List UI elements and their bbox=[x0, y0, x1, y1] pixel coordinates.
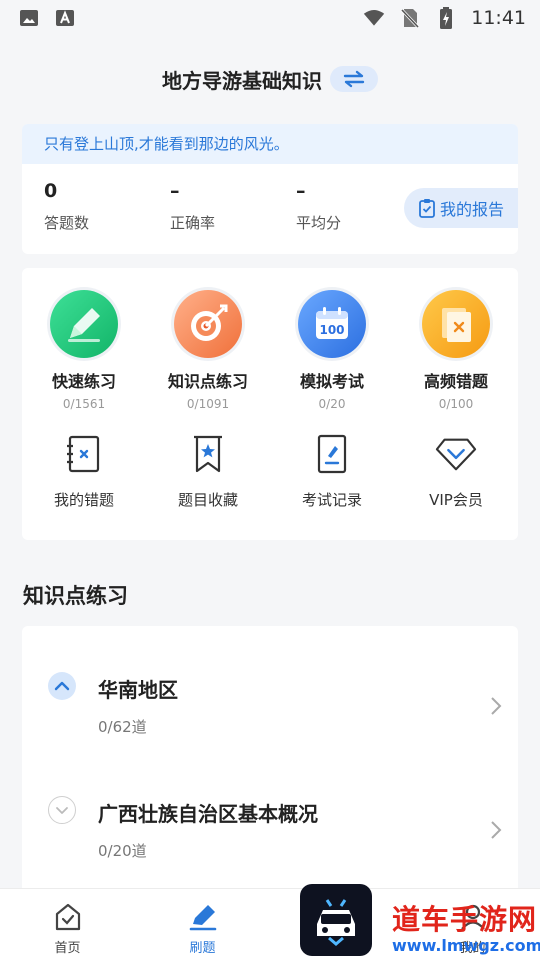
practice-menu-card: 快速练习 0/1561 知识点练习 0/1091 100 模拟考试 0/20 高… bbox=[22, 268, 518, 540]
knowledge-list: 华南地区 0/62道 广西壮族自治区基本概况 0/20道 bbox=[22, 626, 518, 896]
stats-row: 0 答题数 – 正确率 – 平均分 我的报告 bbox=[22, 164, 518, 233]
tool-name: 我的错题 bbox=[53, 491, 114, 509]
chevron-right-icon bbox=[490, 820, 502, 844]
item-title: 广西壮族自治区基本概况 bbox=[98, 802, 318, 826]
menu-mock-exam[interactable]: 100 模拟考试 0/20 bbox=[270, 290, 394, 411]
swap-arrows-icon bbox=[343, 70, 365, 88]
stat-value: – bbox=[296, 180, 306, 202]
motto-banner: 只有登上山顶,才能看到那边的风光。 bbox=[22, 124, 518, 164]
stat-label: 答题数 bbox=[44, 214, 90, 232]
menu-name: 知识点练习 bbox=[167, 372, 248, 391]
menu-quick-practice[interactable]: 快速练习 0/1561 bbox=[22, 290, 146, 411]
tab-practice[interactable]: 刷题 bbox=[135, 889, 270, 960]
watermark-logo bbox=[300, 884, 372, 956]
stat-value: 0 bbox=[44, 180, 58, 202]
watermark-text: 道车手游网 www.lmwgz.com bbox=[392, 898, 540, 955]
list-item[interactable]: 华南地区 0/62道 bbox=[22, 640, 518, 750]
stat-label: 平均分 bbox=[296, 214, 342, 232]
item-title: 华南地区 bbox=[98, 678, 178, 702]
menu-count: 0/1561 bbox=[62, 397, 106, 411]
tab-label: 首页 bbox=[54, 941, 81, 956]
font-notification-icon bbox=[54, 8, 76, 28]
target-icon bbox=[174, 290, 242, 358]
stat-value: – bbox=[170, 180, 180, 202]
page-title: 地方导游基础知识 bbox=[162, 68, 322, 93]
menu-name: 快速练习 bbox=[51, 372, 116, 391]
watermark-line2: www.lmwgz.com bbox=[392, 936, 540, 955]
page-header: 地方导游基础知识 bbox=[0, 36, 540, 122]
switch-subject-button[interactable] bbox=[330, 66, 378, 92]
menu-name: 模拟考试 bbox=[299, 372, 364, 391]
expand-toggle-icon[interactable] bbox=[48, 796, 76, 824]
chevron-right-icon bbox=[490, 696, 502, 720]
item-progress: 0/20道 bbox=[98, 842, 147, 860]
battery-charging-icon bbox=[435, 7, 457, 29]
wrong-notebook-icon bbox=[63, 433, 105, 475]
watermark-line1: 道车手游网 bbox=[392, 903, 538, 936]
stat-accuracy: – 正确率 bbox=[148, 180, 274, 233]
exam-record-icon bbox=[311, 433, 353, 475]
status-bar: 11:41 bbox=[0, 0, 540, 36]
bookmark-star-icon bbox=[187, 433, 229, 475]
no-sim-icon bbox=[399, 8, 421, 28]
wrong-book-icon bbox=[422, 290, 490, 358]
tab-label: 刷题 bbox=[189, 941, 216, 956]
home-check-icon bbox=[52, 901, 84, 933]
tool-vip[interactable]: VIP会员 bbox=[394, 433, 518, 510]
stat-label: 正确率 bbox=[170, 214, 216, 232]
tool-exam-records[interactable]: 考试记录 bbox=[270, 433, 394, 510]
item-progress: 0/62道 bbox=[98, 718, 147, 736]
image-notification-icon bbox=[18, 8, 40, 28]
tab-home[interactable]: 首页 bbox=[0, 889, 135, 960]
menu-frequent-mistakes[interactable]: 高频错题 0/100 bbox=[394, 290, 518, 411]
tool-name: 题目收藏 bbox=[177, 491, 238, 509]
section-title: 知识点练习 bbox=[23, 584, 128, 608]
menu-name: 高频错题 bbox=[423, 372, 488, 391]
pen-tab-icon bbox=[187, 901, 219, 933]
stat-average: – 平均分 bbox=[274, 180, 400, 233]
list-item[interactable]: 广西壮族自治区基本概况 0/20道 bbox=[22, 764, 518, 874]
tool-name: 考试记录 bbox=[301, 491, 362, 509]
stats-card: 只有登上山顶,才能看到那边的风光。 0 答题数 – 正确率 – 平均分 我的报告 bbox=[22, 124, 518, 254]
diamond-icon bbox=[435, 433, 477, 475]
status-time: 11:41 bbox=[471, 7, 526, 29]
tool-favorites[interactable]: 题目收藏 bbox=[146, 433, 270, 510]
menu-knowledge-practice[interactable]: 知识点练习 0/1091 bbox=[146, 290, 270, 411]
stat-answered: 0 答题数 bbox=[22, 180, 148, 233]
menu-count: 0/20 bbox=[318, 397, 346, 411]
collapse-toggle-icon[interactable] bbox=[48, 672, 76, 700]
calendar-100-icon: 100 bbox=[298, 290, 366, 358]
my-report-button[interactable]: 我的报告 bbox=[404, 188, 518, 228]
pencil-icon bbox=[50, 290, 118, 358]
svg-text:100: 100 bbox=[319, 323, 344, 337]
clipboard-check-icon bbox=[419, 199, 435, 218]
tool-my-mistakes[interactable]: 我的错题 bbox=[22, 433, 146, 510]
my-report-label: 我的报告 bbox=[439, 200, 504, 219]
tool-name: VIP会员 bbox=[429, 491, 483, 509]
wifi-icon bbox=[363, 8, 385, 28]
menu-count: 0/1091 bbox=[186, 397, 230, 411]
menu-count: 0/100 bbox=[438, 397, 474, 411]
